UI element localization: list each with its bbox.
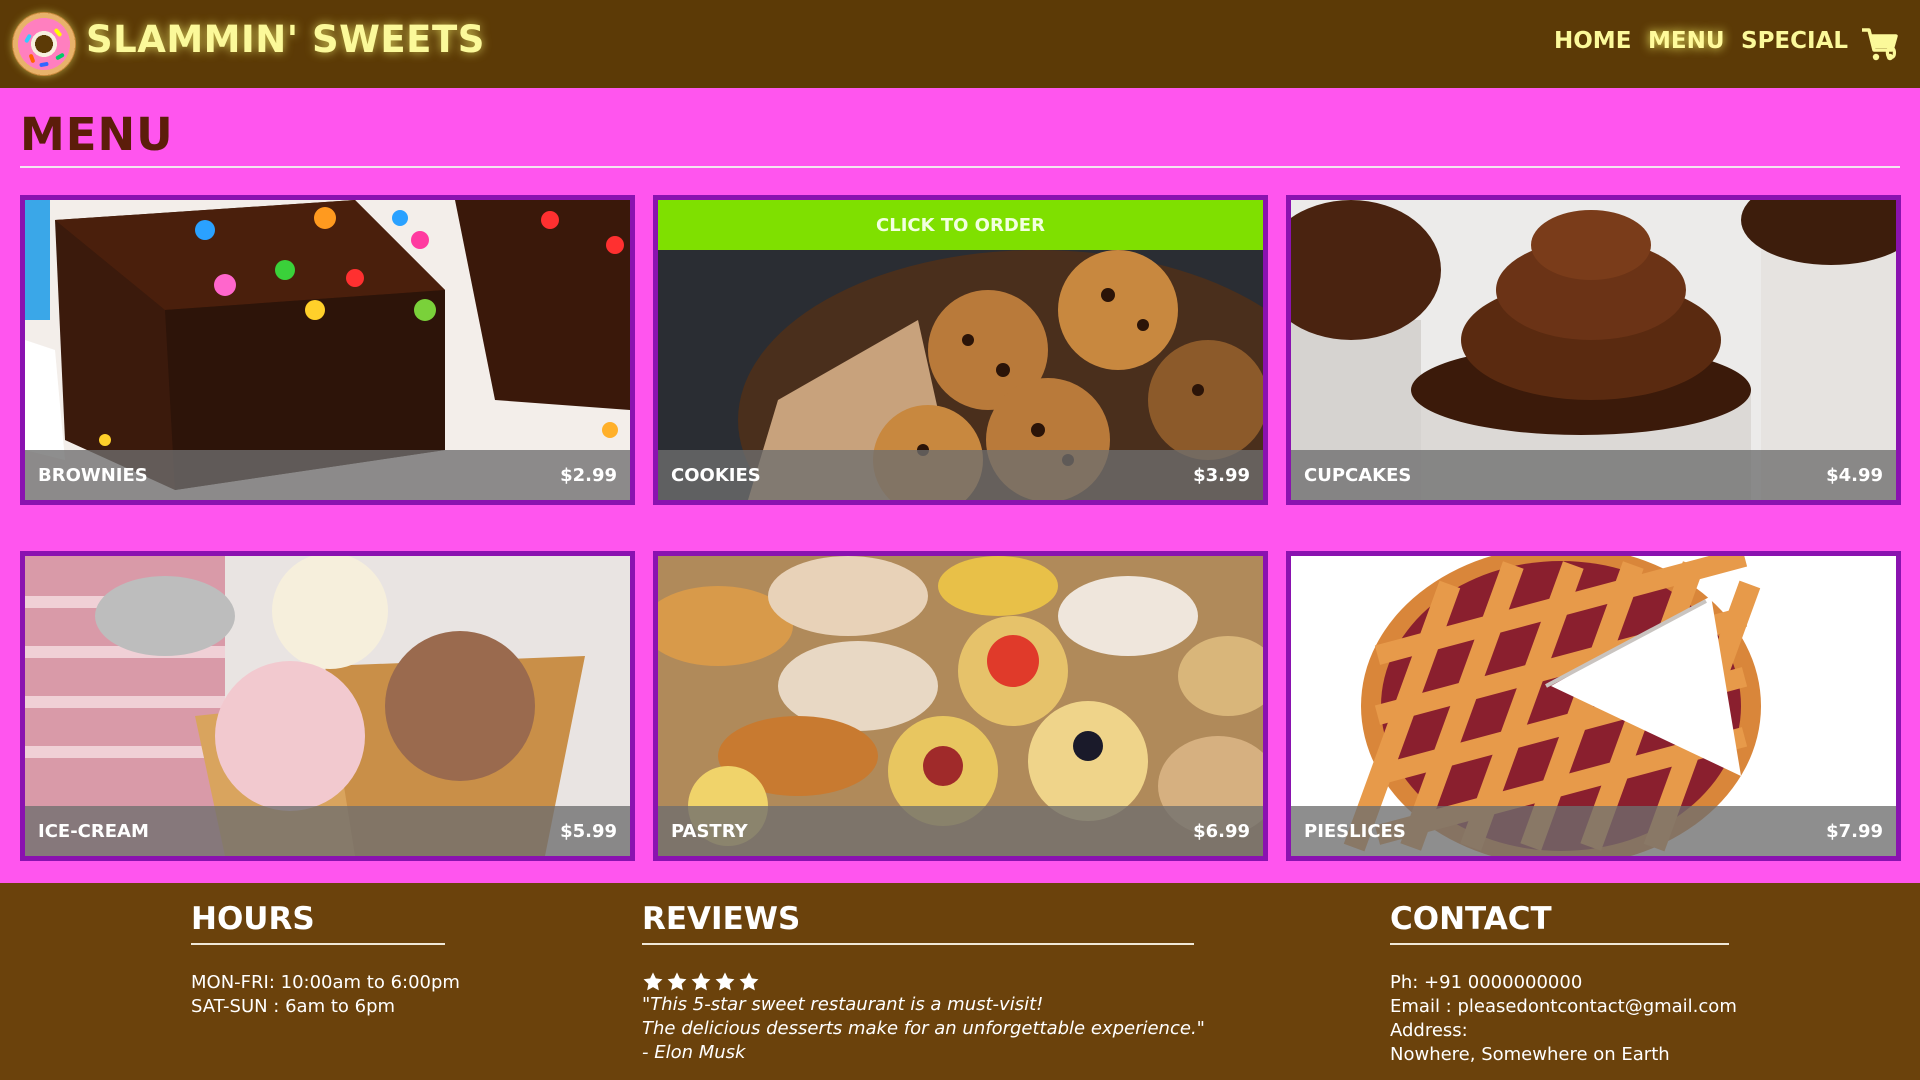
card-caption: COOKIES $3.99 <box>658 450 1263 500</box>
cart-count-badge: 0 <box>1885 44 1897 64</box>
card-caption: BROWNIES $2.99 <box>25 450 630 500</box>
nav-link-special[interactable]: SPECIAL <box>1741 28 1848 54</box>
donut-logo-icon[interactable] <box>12 12 76 76</box>
item-price: $4.99 <box>1826 464 1883 486</box>
item-price: $2.99 <box>560 464 617 486</box>
contact-address-label: Address: <box>1390 1020 1468 1041</box>
star-icon <box>643 972 663 991</box>
title-divider <box>20 166 1900 168</box>
menu-card-pastry[interactable]: PASTRY $6.99 <box>653 551 1268 861</box>
card-caption: PIESLICES $7.99 <box>1291 806 1896 856</box>
menu-card-pieslices[interactable]: PIESLICES $7.99 <box>1286 551 1901 861</box>
contact-email[interactable]: Email : pleasedontcontact@gmail.com <box>1390 995 1737 1019</box>
top-navbar: SLAMMIN' SWEETS HOME MENU SPECIAL 0 <box>0 0 1920 88</box>
hours-section: HOURS MON-FRI: 10:00am to 6:00pm SAT-SUN… <box>191 901 460 1019</box>
hours-line: SAT-SUN : 6am to 6pm <box>191 996 396 1017</box>
hours-line: MON-FRI: 10:00am to 6:00pm <box>191 972 460 993</box>
contact-address: Nowhere, Somewhere on Earth <box>1390 1044 1670 1065</box>
footer: HOURS MON-FRI: 10:00am to 6:00pm SAT-SUN… <box>0 883 1920 1080</box>
contact-phone: Ph: +91 0000000000 <box>1390 972 1583 993</box>
brand-name[interactable]: SLAMMIN' SWEETS <box>86 18 485 61</box>
review-author: - Elon Musk <box>642 1042 746 1063</box>
review-line: The delicious desserts make for an unfor… <box>642 1018 1205 1039</box>
item-name: CUPCAKES <box>1304 464 1412 486</box>
click-to-order-button[interactable]: CLICK TO ORDER <box>658 200 1263 250</box>
reviews-section: REVIEWS "This 5-star sweet restaurant is… <box>642 901 1205 1065</box>
item-price: $5.99 <box>560 820 617 842</box>
card-caption: ICE-CREAM $5.99 <box>25 806 630 856</box>
menu-card-brownies[interactable]: BROWNIES $2.99 <box>20 195 635 505</box>
nav-link-menu[interactable]: MENU <box>1648 28 1725 54</box>
hours-title: HOURS <box>191 901 445 945</box>
star-rating <box>642 971 1205 993</box>
item-price: $6.99 <box>1193 820 1250 842</box>
star-icon <box>667 972 687 991</box>
contact-section: CONTACT Ph: +91 0000000000 Email : pleas… <box>1390 901 1737 1067</box>
menu-card-cupcakes[interactable]: CUPCAKES $4.99 <box>1286 195 1901 505</box>
star-icon <box>739 972 759 991</box>
item-name: BROWNIES <box>38 464 148 486</box>
menu-card-cookies[interactable]: CLICK TO ORDER COOKIES $3.99 <box>653 195 1268 505</box>
star-icon <box>715 972 735 991</box>
item-name: COOKIES <box>671 464 761 486</box>
nav-link-home[interactable]: HOME <box>1554 28 1631 54</box>
item-price: $3.99 <box>1193 464 1250 486</box>
reviews-title: REVIEWS <box>642 901 1194 945</box>
review-line: "This 5-star sweet restaurant is a must-… <box>642 994 1044 1015</box>
item-price: $7.99 <box>1826 820 1883 842</box>
card-caption: PASTRY $6.99 <box>658 806 1263 856</box>
item-name: PIESLICES <box>1304 820 1406 842</box>
item-name: PASTRY <box>671 820 748 842</box>
contact-title: CONTACT <box>1390 901 1729 945</box>
item-name: ICE-CREAM <box>38 820 149 842</box>
menu-card-ice-cream[interactable]: ICE-CREAM $5.99 <box>20 551 635 861</box>
card-caption: CUPCAKES $4.99 <box>1291 450 1896 500</box>
star-icon <box>691 972 711 991</box>
page-title: MENU <box>20 108 174 161</box>
